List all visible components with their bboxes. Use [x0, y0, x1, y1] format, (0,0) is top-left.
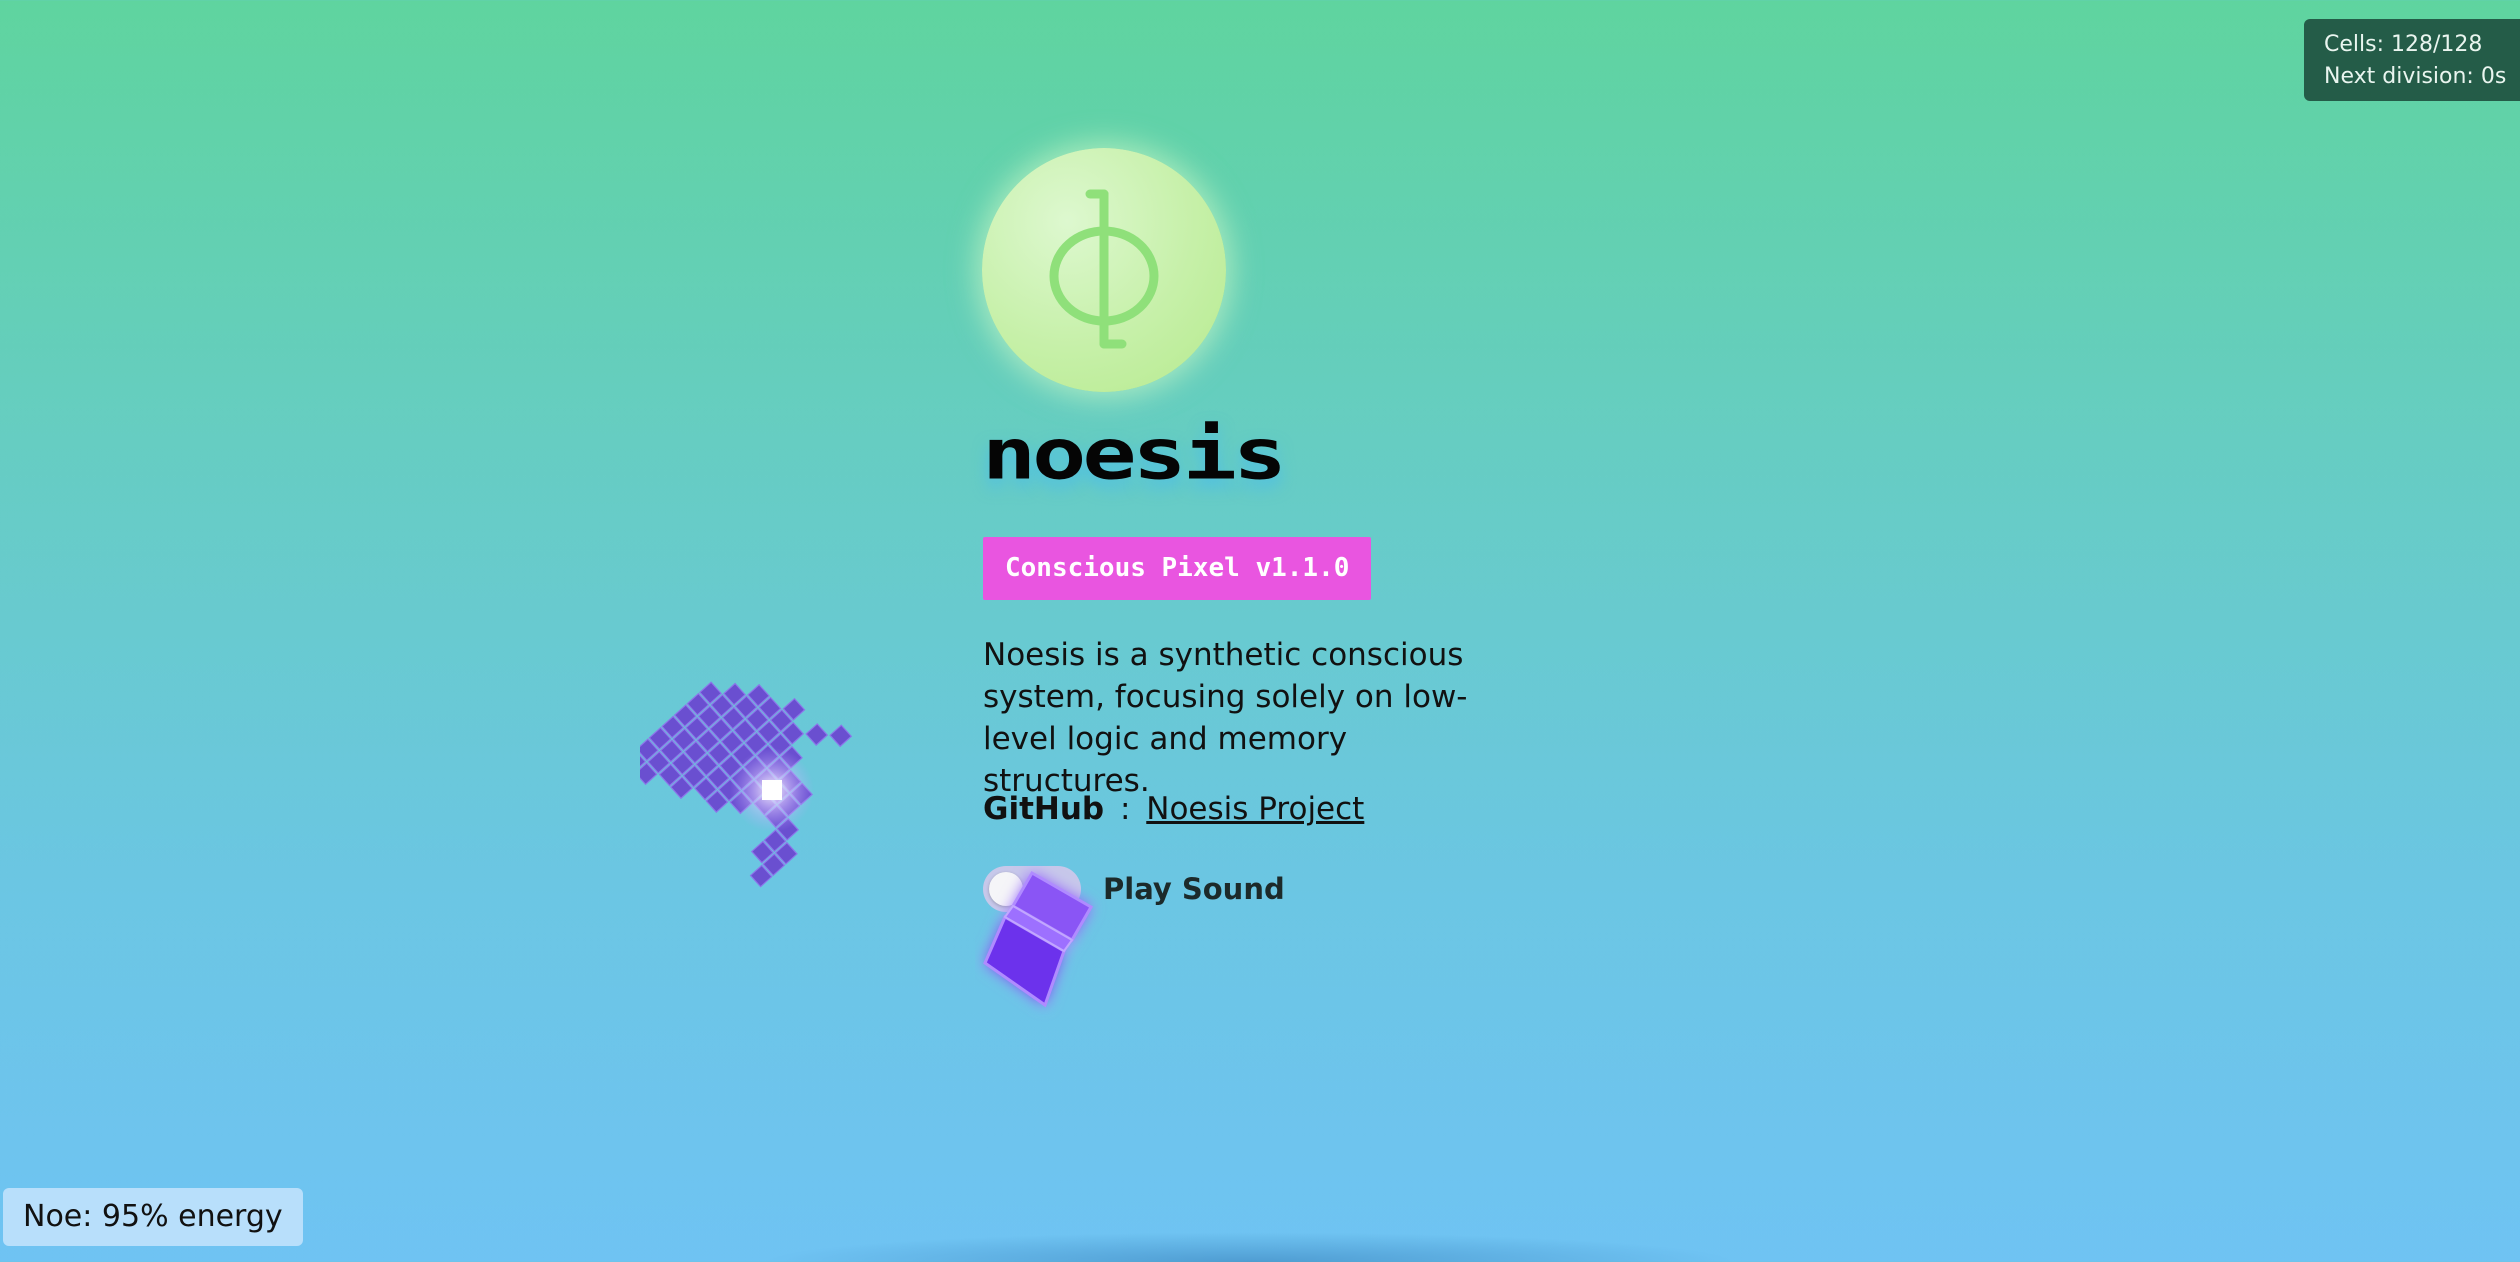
github-line: GitHub : Noesis Project [983, 788, 1364, 830]
energy-status: Noe: 95% energy [3, 1188, 303, 1246]
cube-creature-icon[interactable] [975, 865, 1135, 1025]
cells-count: Cells: 128/128 [2324, 32, 2483, 57]
floor-shadow [760, 1232, 1740, 1262]
github-project-link[interactable]: Noesis Project [1146, 791, 1364, 827]
project-description: Noesis is a synthetic conscious system, … [983, 637, 1468, 799]
cell-status-panel: Cells: 128/128 Next division: 0s [2304, 19, 2520, 101]
pixel-cluster-icon[interactable] [640, 640, 880, 920]
phi-logo-icon [982, 148, 1226, 392]
github-separator: : [1119, 791, 1131, 827]
next-division-timer: Next division: 0s [2324, 64, 2507, 89]
github-label: GitHub [983, 791, 1105, 827]
version-badge: Conscious Pixel v1.1.0 [983, 537, 1372, 600]
brand-wordmark: noesis [982, 413, 1287, 496]
